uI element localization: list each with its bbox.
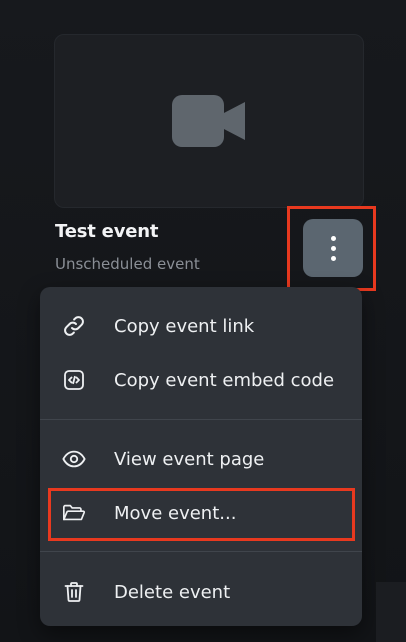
menu-item-copy-link[interactable]: Copy event link (40, 301, 362, 351)
menu-item-copy-embed[interactable]: Copy event embed code (40, 355, 362, 405)
video-camera-icon (171, 94, 247, 148)
page: Test event Unscheduled event Copy event … (0, 0, 406, 642)
menu-divider (40, 551, 362, 552)
event-actions-button[interactable] (303, 219, 363, 277)
code-icon (62, 368, 86, 392)
menu-item-delete-event[interactable]: Delete event (40, 567, 362, 617)
eye-icon (62, 447, 86, 471)
menu-item-label: Copy event link (114, 315, 255, 337)
menu-item-move-event[interactable]: Move event... (40, 488, 362, 538)
trash-icon (62, 580, 86, 604)
menu-item-label: Delete event (114, 581, 231, 603)
event-thumbnail[interactable] (54, 34, 364, 208)
menu-item-view-page[interactable]: View event page (40, 434, 362, 484)
menu-item-label: View event page (114, 448, 265, 470)
event-subtitle: Unscheduled event (55, 255, 200, 273)
link-icon (62, 314, 86, 338)
more-vertical-icon (330, 235, 336, 261)
background-panel-edge (376, 582, 406, 642)
event-title[interactable]: Test event (55, 221, 158, 242)
menu-item-label: Copy event embed code (114, 369, 335, 391)
event-actions-menu: Copy event link Copy event embed code Vi… (40, 287, 362, 626)
menu-item-label: Move event... (114, 502, 237, 524)
menu-divider (40, 419, 362, 420)
folder-open-icon (62, 501, 86, 525)
